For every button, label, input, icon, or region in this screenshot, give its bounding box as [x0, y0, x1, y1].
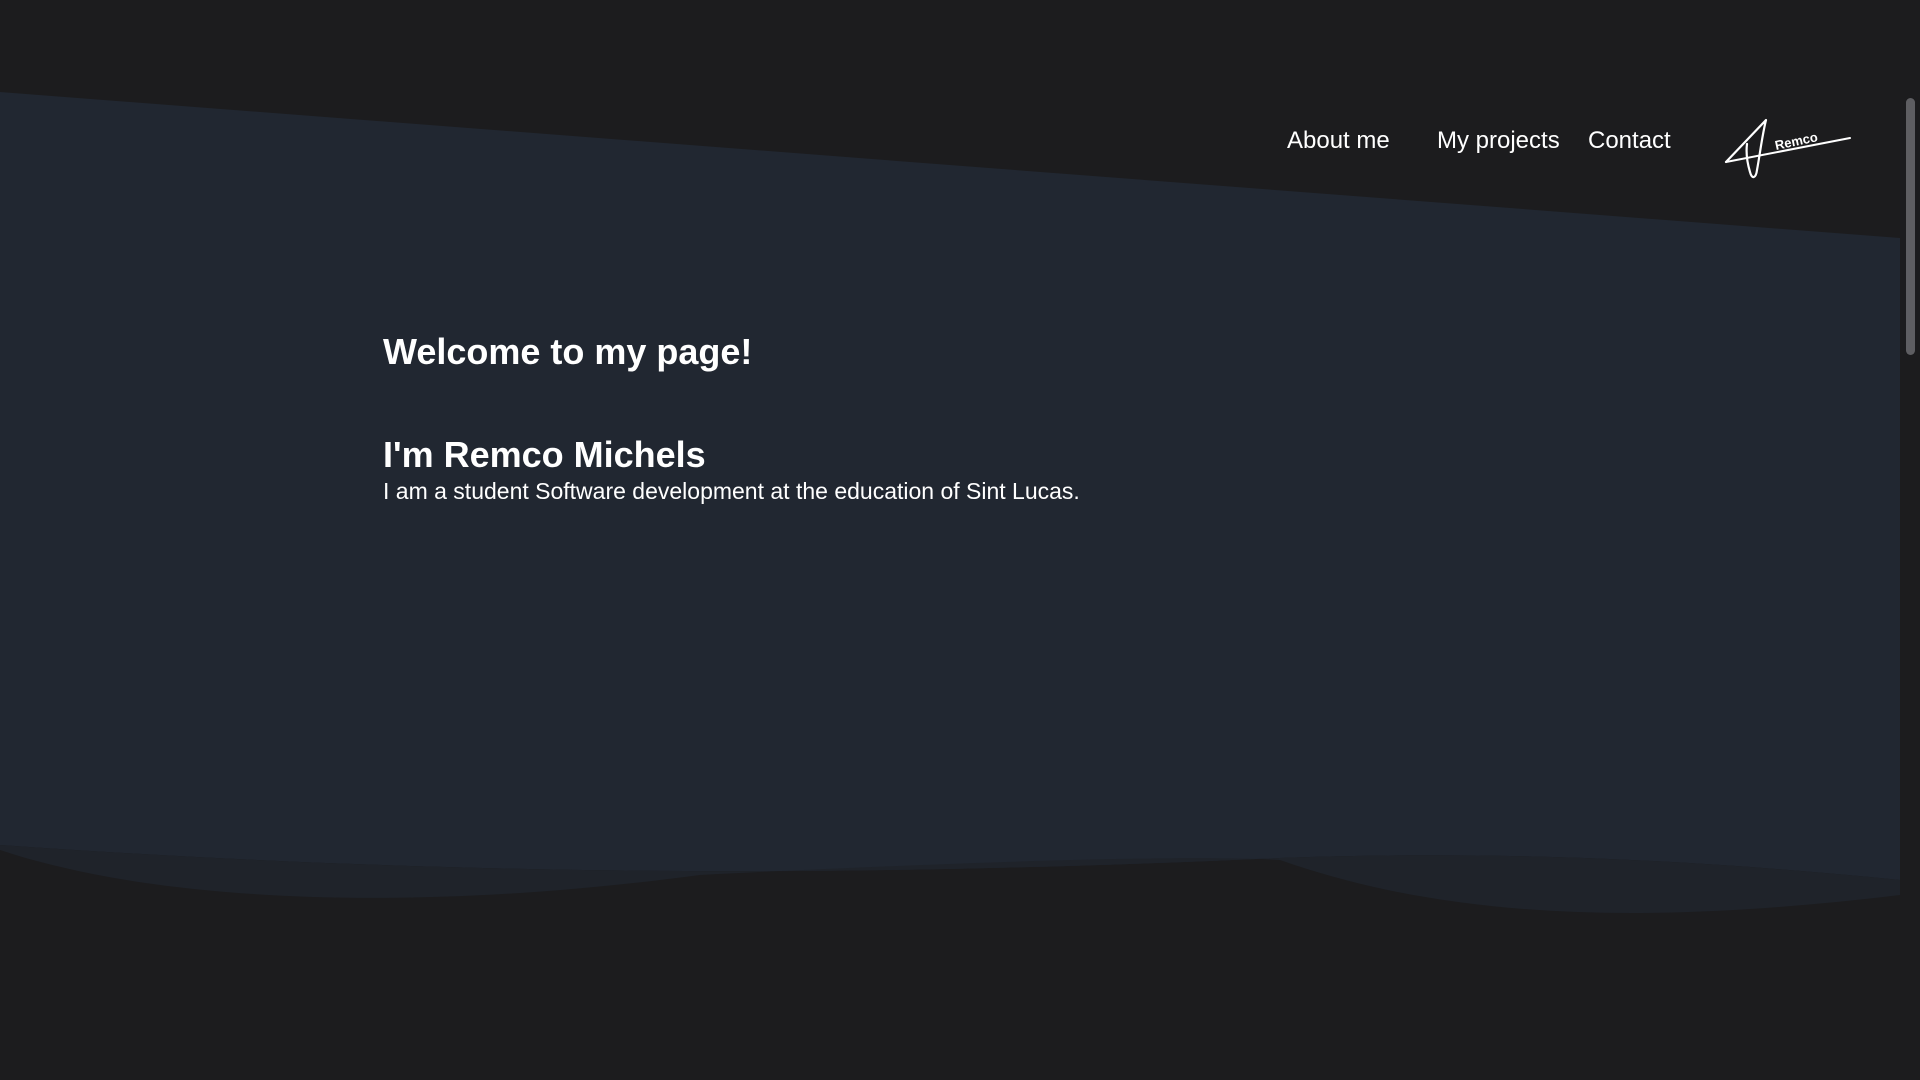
nav-link-contact[interactable]: Contact [1588, 127, 1671, 155]
scrollbar-thumb[interactable] [1906, 98, 1915, 355]
name-heading: I'm Remco Michels [383, 434, 706, 475]
main-navigation: About me My projects Contact [0, 127, 1900, 167]
bio-text: I am a student Software development at t… [383, 478, 1080, 504]
signature-logo[interactable]: Remco [1722, 114, 1852, 184]
signature-logo-image: Remco [1724, 118, 1851, 179]
nav-link-about-me[interactable]: About me [1287, 127, 1390, 155]
welcome-heading: Welcome to my page! [383, 331, 753, 372]
nav-link-my-projects[interactable]: My projects [1437, 127, 1560, 155]
page: About me My projects Contact Remco Welco… [0, 0, 1920, 1080]
